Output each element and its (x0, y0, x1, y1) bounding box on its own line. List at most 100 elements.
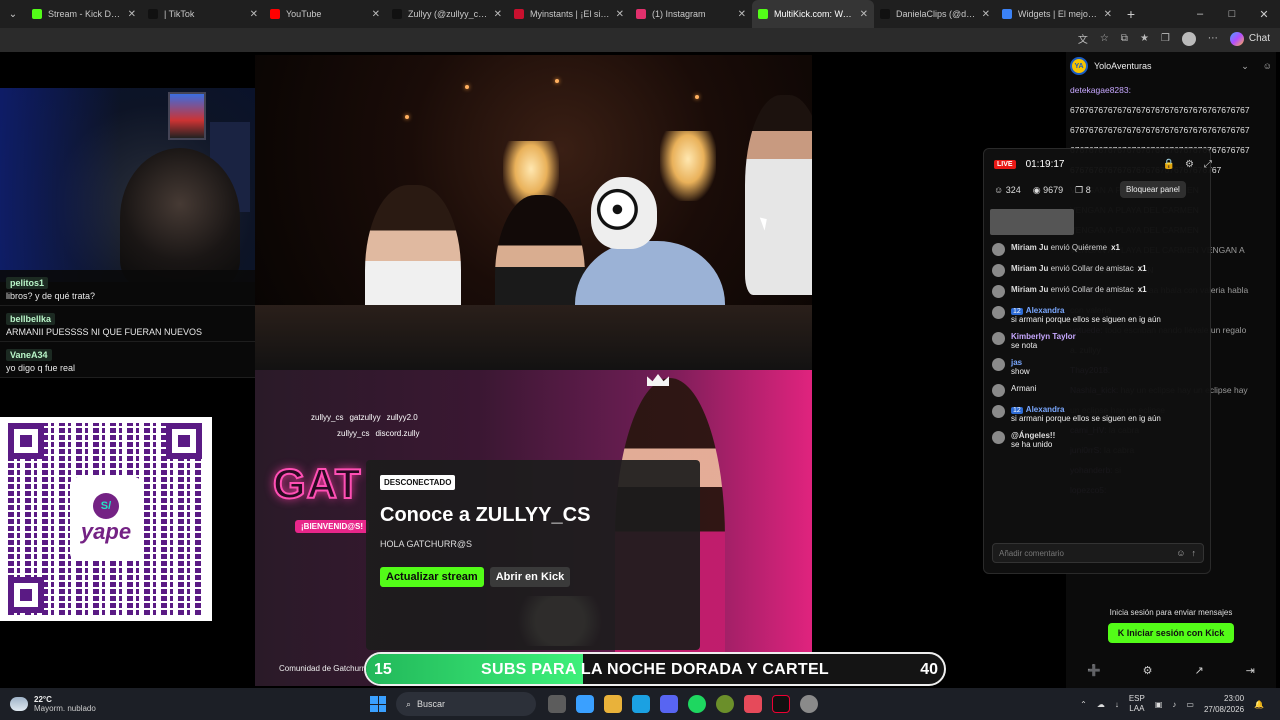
tab-close-icon[interactable]: ✕ (494, 9, 502, 20)
open-in-kick-button[interactable]: Abrir en Kick (489, 567, 571, 587)
offline-actions: Actualizar stream Abrir en Kick (380, 567, 686, 587)
send-icon[interactable]: ↑ (1192, 548, 1197, 558)
file-explorer-icon[interactable] (604, 695, 622, 713)
tab-close-icon[interactable]: ✕ (860, 9, 868, 20)
edge-icon[interactable] (632, 695, 650, 713)
battery-icon[interactable]: ▭ (1186, 700, 1194, 709)
browser-tab[interactable]: (1) Instagram ✕ (630, 0, 752, 28)
xbox-icon[interactable] (716, 695, 734, 713)
more-icon[interactable]: ⋯ (1208, 33, 1218, 44)
weather-text: 22°C Mayorm. nublado (34, 695, 96, 713)
lock-panel-tooltip: Bloquear panel (1120, 181, 1186, 198)
browser-tab[interactable]: | TikTok ✕ (142, 0, 264, 28)
community-label: Comunidad de Gatchurr (279, 664, 365, 673)
tab-label: Myinstants | ¡El sitio web de (530, 9, 612, 19)
tab-favicon-icon (880, 9, 890, 19)
browser-tab[interactable]: Widgets | El mejor software ✕ (996, 0, 1118, 28)
tab-close-icon[interactable]: ✕ (982, 9, 990, 20)
gear-icon[interactable]: ⚙ (1143, 664, 1153, 677)
crown-icon (647, 374, 669, 386)
tab-close-icon[interactable]: ✕ (616, 9, 624, 20)
comment-input[interactable]: Añadir comentario (992, 543, 1204, 563)
browser-tabbar: ⌄ Stream - Kick Dashboard✕| TikTok✕YouTu… (0, 0, 1280, 28)
collapse-icon[interactable]: ⤢ (1204, 159, 1212, 170)
logout-icon[interactable]: ⇥ (1246, 664, 1255, 677)
tab-close-icon[interactable]: ✕ (1104, 9, 1112, 20)
notifications-icon[interactable]: 🔔 (1254, 700, 1264, 709)
translate-icon[interactable]: 文 (1078, 31, 1088, 46)
followers-count: 324 (1005, 185, 1021, 195)
lang-region: LAA (1129, 704, 1145, 713)
activity-feed: Miriam Ju envió Quiéreme x1 Miriam Ju envi… (992, 243, 1206, 457)
lock-icon[interactable]: 🔒 (1163, 159, 1175, 170)
tab-close-icon[interactable]: ✕ (128, 9, 136, 20)
tab-close-icon[interactable]: ✕ (372, 9, 380, 20)
activity-username: Miriam Ju (1011, 264, 1049, 273)
minimize-icon[interactable]: – (1184, 8, 1216, 21)
activity-item: @Ángeles!! se ha unido (992, 431, 1206, 449)
chat-line: 67676767676767676767676767676767676767 (1070, 100, 1272, 120)
spotify-icon[interactable] (688, 695, 706, 713)
browser-tab[interactable]: MultiKick.com: Watch ✕ (752, 0, 874, 28)
emoji-icon[interactable]: ☺ (1176, 548, 1185, 558)
activity-body: Armani (1011, 384, 1036, 393)
refresh-stream-button[interactable]: Actualizar stream (380, 567, 484, 587)
discord-icon[interactable] (660, 695, 678, 713)
login-kick-button[interactable]: K Iniciar sesión con Kick (1108, 623, 1234, 643)
level-badge: 12 (1011, 308, 1023, 315)
browser-tab[interactable]: YouTube ✕ (264, 0, 386, 28)
mic-icon[interactable]: ↓ (1115, 700, 1119, 709)
channel-name[interactable]: YoloAventuras (1094, 61, 1152, 71)
users-icon[interactable]: ☺ (1263, 61, 1272, 72)
obs-icon[interactable] (800, 695, 818, 713)
network-icon[interactable]: ☁ (1097, 700, 1105, 709)
copilot-chat-button[interactable]: Chat (1229, 31, 1270, 46)
task-view-icon[interactable] (548, 695, 566, 713)
tab-label: DanielaClips (@danielaclips) (896, 9, 978, 19)
activity-body: 12 Alexandra si armani porque ellos se si… (1011, 405, 1161, 423)
add-user-icon[interactable]: ➕ (1087, 664, 1101, 677)
light (555, 79, 559, 83)
browser-tab[interactable]: DanielaClips (@danielaclips) ✕ (874, 0, 996, 28)
browser-tab[interactable]: Zullyy (@zullyy_cs) | TikTok ✕ (386, 0, 508, 28)
star-icon[interactable]: ☆ (1100, 33, 1109, 44)
volume-icon[interactable]: ♪ (1172, 700, 1176, 709)
display-icon[interactable]: ▣ (1155, 700, 1163, 709)
search-label: Buscar (417, 699, 446, 709)
popout-icon[interactable]: ↗ (1195, 664, 1204, 677)
store-icon[interactable] (576, 695, 594, 713)
tray-chevron-icon[interactable]: ⌃ (1080, 700, 1087, 709)
maximize-icon[interactable]: □ (1216, 8, 1248, 21)
main-stream-video[interactable] (255, 55, 812, 371)
streaming-app-icon[interactable] (744, 695, 762, 713)
new-tab-icon[interactable]: + (1118, 6, 1144, 22)
windows-start-icon[interactable] (370, 696, 386, 712)
weather-widget[interactable]: 22°C Mayorm. nublado (0, 695, 370, 713)
activity-item: Armani (992, 384, 1206, 397)
favorites-icon[interactable]: ★ (1140, 33, 1149, 44)
collections-icon[interactable]: ❐ (1161, 33, 1170, 44)
activity-body: jas show (1011, 358, 1030, 376)
tab-close-icon[interactable]: ✕ (738, 9, 746, 20)
profile-avatar[interactable] (1181, 31, 1196, 46)
taskbar-search[interactable]: ⌕ Buscar (396, 692, 536, 716)
activity-item: Miriam Ju envió Quiéreme x1 (992, 243, 1206, 256)
lamp (660, 131, 716, 201)
clock[interactable]: 23:00 27/08/2026 (1204, 693, 1244, 715)
gear-icon[interactable]: ⚙ (1185, 159, 1194, 170)
language-indicator[interactable]: ESP LAA (1129, 694, 1145, 714)
browser-tab[interactable]: Stream - Kick Dashboard ✕ (26, 0, 142, 28)
tab-close-icon[interactable]: ✕ (250, 9, 258, 20)
tiktok-icon[interactable] (772, 695, 790, 713)
channel-logo: YA (1070, 57, 1088, 75)
avatar (992, 243, 1005, 256)
level-badge: 12 (1011, 407, 1023, 414)
extension-icon[interactable]: ⧉ (1121, 33, 1128, 44)
chevron-down-icon[interactable]: ⌄ (1241, 61, 1249, 72)
social-row-2: zullyy_cs discord.zully (311, 426, 425, 442)
tab-search-chevron-icon[interactable]: ⌄ (0, 0, 26, 28)
browser-tab[interactable]: Myinstants | ¡El sitio web de ✕ (508, 0, 630, 28)
browser-toolbar: 文 ☆ ⧉ ★ ❐ ⋯ Chat (0, 28, 1280, 52)
activity-body: Miriam Ju envió Collar de amistac x1 (1011, 264, 1147, 273)
close-window-icon[interactable]: ✕ (1248, 8, 1280, 21)
